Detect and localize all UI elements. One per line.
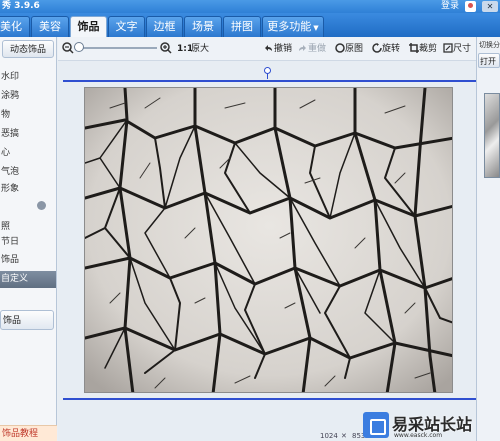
login-link[interactable]: 登录	[441, 0, 459, 13]
image-width-value: 1024	[320, 432, 338, 440]
cracked-earth-photo[interactable]	[84, 87, 453, 393]
times-sign: ✕	[341, 432, 347, 440]
zoom-in-icon[interactable]	[160, 42, 172, 54]
info-icon[interactable]	[37, 201, 46, 210]
cracked-earth-image	[85, 88, 452, 392]
window-title: 秀 3.9.6	[2, 1, 40, 11]
category-spoof[interactable]: 恶搞	[0, 126, 56, 143]
resize-icon[interactable]	[443, 43, 453, 53]
switch-label: 切换分	[479, 41, 500, 49]
category-avatar[interactable]: 形象	[0, 181, 56, 198]
meitu-app-window: 秀 3.9.6 登录 ✕ 美化 美容 饰品 文字 边框 场景 拼图 更多功能 ▼ …	[0, 0, 500, 441]
category-extra[interactable]	[0, 197, 56, 214]
redo-icon[interactable]	[298, 43, 308, 53]
original-image-icon[interactable]	[335, 43, 345, 53]
right-thumbnail-panel: 切换分 打开	[476, 37, 500, 441]
category-decoration[interactable]: 饰品	[0, 252, 56, 269]
tab-scenes[interactable]: 场景	[184, 16, 222, 37]
undo-button[interactable]: 撤销	[274, 42, 292, 56]
category-doodle[interactable]: 涂鸦	[0, 88, 56, 105]
bottom-guide-line[interactable]	[63, 398, 476, 400]
title-bar: 秀 3.9.6 登录 ✕	[0, 0, 500, 13]
tab-more-functions[interactable]: 更多功能 ▼	[262, 16, 324, 37]
zoom-slider-thumb[interactable]	[74, 42, 84, 52]
crop-button[interactable]: 裁剪	[419, 42, 437, 56]
tab-face-beauty[interactable]: 美容	[31, 16, 69, 37]
watermark-url: www.easck.com	[394, 432, 443, 439]
decoration-tutorial-link[interactable]: 饰品教程	[0, 425, 57, 441]
user-avatar-icon[interactable]	[465, 1, 476, 12]
dynamic-decorations-tab[interactable]: 动态饰品	[2, 40, 54, 58]
original-image-button[interactable]: 原图	[345, 42, 363, 56]
rotate-button[interactable]: 旋转	[382, 42, 400, 56]
tab-frames[interactable]: 边框	[146, 16, 183, 37]
site-watermark: 易采站长站 www.easck.com	[363, 412, 500, 441]
site-logo-icon	[363, 412, 389, 438]
open-button[interactable]: 打开	[478, 53, 500, 68]
zoom-slider-track[interactable]	[77, 47, 157, 49]
edit-toolbar: 1:1 原大 撤销 重做 原图 旋转 裁剪 尺寸	[58, 37, 476, 61]
chevron-down-icon: ▼	[313, 24, 319, 32]
category-heart[interactable]: 心	[0, 145, 56, 162]
main-tab-bar: 美化 美容 饰品 文字 边框 场景 拼图 更多功能 ▼	[0, 13, 500, 37]
left-category-panel: 动态饰品 水印 涂鸦 物 恶搞 心 气泡 形象 照 节日 饰品 自定义 饰品 饰…	[0, 37, 57, 441]
rotation-handle[interactable]	[264, 67, 271, 79]
category-bubble[interactable]: 气泡	[0, 164, 56, 181]
rotate-icon[interactable]	[372, 43, 382, 53]
tab-more-label: 更多功能	[267, 20, 312, 33]
tab-collage[interactable]: 拼图	[223, 16, 261, 37]
zoom-out-icon[interactable]	[62, 42, 74, 54]
resize-button[interactable]: 尺寸	[453, 42, 471, 56]
category-objects[interactable]: 物	[0, 107, 56, 124]
category-watermark[interactable]: 水印	[0, 69, 56, 86]
category-festival[interactable]: 节日	[0, 234, 56, 251]
tab-beautify[interactable]: 美化	[0, 16, 30, 37]
import-decoration-button[interactable]: 饰品	[0, 310, 54, 330]
tab-decorations[interactable]: 饰品	[70, 16, 107, 37]
crop-icon[interactable]	[409, 43, 419, 53]
redo-button[interactable]: 重做	[308, 42, 326, 56]
category-custom[interactable]: 自定义	[0, 271, 56, 288]
image-thumbnail[interactable]	[484, 93, 500, 178]
close-icon[interactable]: ✕	[482, 1, 498, 12]
tab-text[interactable]: 文字	[108, 16, 145, 37]
top-guide-line[interactable]	[63, 80, 476, 82]
undo-icon[interactable]	[263, 43, 273, 53]
original-size-button[interactable]: 原大	[191, 42, 209, 56]
